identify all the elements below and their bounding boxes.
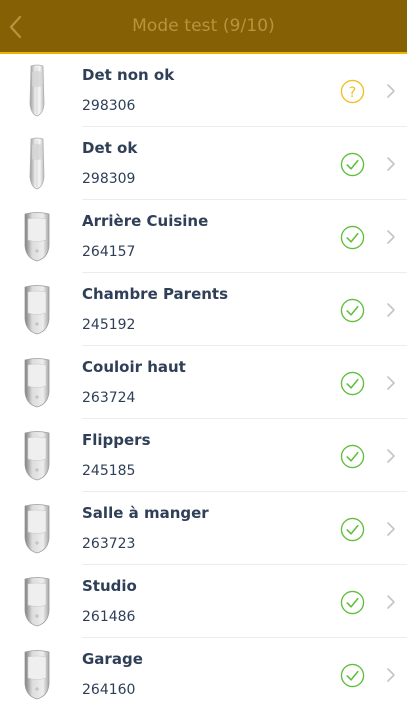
detector-name: Studio (82, 577, 137, 595)
detector-name: Flippers (82, 431, 151, 449)
check-circle-icon (340, 590, 365, 615)
detector-row[interactable]: Flippers 245185 (0, 419, 407, 492)
motion-detector-icon (17, 575, 57, 629)
check-circle-icon (340, 517, 365, 542)
detector-serial: 264157 (82, 244, 136, 260)
check-circle-icon (340, 444, 365, 469)
page-title: Mode test (9/10) (132, 16, 275, 36)
detector-row[interactable]: Couloir haut 263724 (0, 346, 407, 419)
back-button[interactable] (2, 8, 28, 46)
slim-detector-icon (17, 137, 57, 191)
chevron-left-icon (9, 15, 22, 39)
detector-row[interactable]: Salle à manger 263723 (0, 492, 407, 565)
detector-row[interactable]: Garage 264160 (0, 638, 407, 711)
chevron-right-icon (385, 155, 397, 173)
detector-row[interactable]: Chambre Parents 245192 (0, 273, 407, 346)
detector-row[interactable]: Det ok 298309 (0, 127, 407, 200)
svg-text:?: ? (349, 85, 357, 101)
chevron-right-icon (385, 82, 397, 100)
detector-name: Couloir haut (82, 358, 186, 376)
detector-serial: 298309 (82, 171, 136, 187)
motion-detector-icon (17, 648, 57, 702)
detector-serial: 298306 (82, 98, 136, 114)
question-circle-icon: ? (340, 79, 365, 104)
detector-serial: 263723 (82, 536, 136, 552)
detector-name: Det ok (82, 139, 138, 157)
chevron-right-icon (385, 593, 397, 611)
detector-row[interactable]: Arrière Cuisine 264157 (0, 200, 407, 273)
motion-detector-icon (17, 283, 57, 337)
check-circle-icon (340, 225, 365, 250)
motion-detector-icon (17, 429, 57, 483)
detector-row[interactable]: Det non ok 298306 ? (0, 54, 407, 127)
chevron-right-icon (385, 666, 397, 684)
chevron-right-icon (385, 520, 397, 538)
slim-detector-icon (17, 64, 57, 118)
detector-name: Arrière Cuisine (82, 212, 209, 230)
detector-serial: 263724 (82, 390, 136, 406)
chevron-right-icon (385, 301, 397, 319)
chevron-right-icon (385, 374, 397, 392)
check-circle-icon (340, 152, 365, 177)
check-circle-icon (340, 371, 365, 396)
motion-detector-icon (17, 502, 57, 556)
detector-serial: 264160 (82, 682, 136, 698)
detector-serial: 245192 (82, 317, 136, 333)
motion-detector-icon (17, 356, 57, 410)
check-circle-icon (340, 663, 365, 688)
chevron-right-icon (385, 228, 397, 246)
detector-serial: 245185 (82, 463, 136, 479)
chevron-right-icon (385, 447, 397, 465)
top-bar: Mode test (9/10) (0, 0, 407, 54)
motion-detector-icon (17, 210, 57, 264)
detector-name: Salle à manger (82, 504, 209, 522)
detector-row[interactable]: Studio 261486 (0, 565, 407, 638)
detector-serial: 261486 (82, 609, 136, 625)
detector-name: Garage (82, 650, 143, 668)
detector-list: Det non ok 298306 ? Det ok 298309 Arrièr… (0, 54, 407, 711)
detector-name: Chambre Parents (82, 285, 229, 303)
detector-name: Det non ok (82, 66, 175, 84)
check-circle-icon (340, 298, 365, 323)
